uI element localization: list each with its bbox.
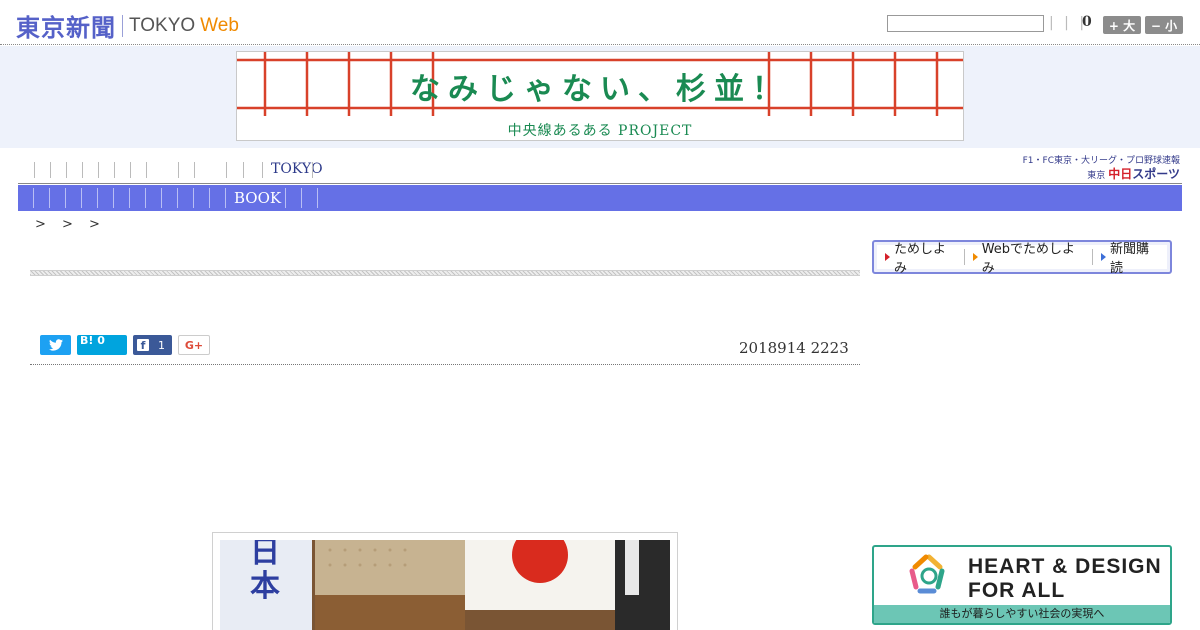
- logo-kanji: 東京新聞: [16, 13, 116, 42]
- nav-divider: [34, 162, 35, 178]
- nav-divider: [82, 162, 83, 178]
- nav-item-tokyo[interactable]: TOKYO: [271, 161, 323, 177]
- subnav-divider: [285, 188, 286, 208]
- subnav-item-book[interactable]: BOOK: [234, 189, 281, 207]
- subscribe-links: ためしよみ Webでためしよみ 新聞購読: [877, 242, 1167, 276]
- subnav-divider: [209, 188, 210, 208]
- chunichi-name-a: 中日: [1108, 167, 1133, 181]
- subnav-divider: [193, 188, 194, 208]
- twitter-share-button[interactable]: [40, 335, 71, 355]
- nav-divider: [226, 162, 227, 178]
- arrow-right-icon: [885, 253, 890, 261]
- font-size-smaller-button[interactable]: − 小: [1145, 16, 1183, 34]
- arrow-right-icon: [1101, 253, 1107, 261]
- web-trial-read-label: Webでためしよみ: [981, 242, 1076, 276]
- facebook-count: 1: [158, 338, 165, 352]
- nav-divider: [178, 162, 179, 178]
- top-ad-band: なみじゃない、杉並！ 中央線あるある PROJECT: [0, 46, 1200, 148]
- subnav-divider: [33, 188, 34, 208]
- date-rule: [30, 364, 860, 365]
- nav-divider: [243, 162, 244, 178]
- facebook-icon: f: [137, 339, 149, 352]
- photo-banner-text: 日本: [250, 540, 280, 604]
- site-header: 東京新聞 TOKYO Web | | | 0 + 大 − 小: [0, 0, 1200, 45]
- web-trial-read-link[interactable]: Webでためしよみ: [963, 242, 1092, 276]
- utility-count: 0: [1082, 14, 1092, 30]
- hatena-bookmark-button[interactable]: B! 0: [77, 335, 127, 355]
- subnav-divider: [97, 188, 98, 208]
- heart-design-logo-icon: [909, 554, 945, 594]
- ad-line1: HEART & DESIGN: [968, 555, 1162, 578]
- google-plus-share-button[interactable]: G+: [178, 335, 210, 355]
- nav-divider: [50, 162, 51, 178]
- hatena-label: B!: [80, 334, 94, 347]
- article-date: 2018914 2223: [739, 339, 849, 357]
- ad-footer: 誰もが暮らしやすい社会の実現へ: [874, 605, 1170, 623]
- banner-title: なみじゃない、杉並！: [410, 72, 790, 107]
- font-size-larger-button[interactable]: + 大: [1103, 16, 1141, 34]
- subscribe-label: 新聞購読: [1110, 242, 1150, 276]
- subnav-divider: [317, 188, 318, 208]
- logo-tokyo: TOKYO: [129, 14, 196, 36]
- search-input[interactable]: [887, 15, 1044, 32]
- trial-read-link[interactable]: ためしよみ: [877, 242, 964, 276]
- subnav-divider: [301, 188, 302, 208]
- subnav-divider: [49, 188, 50, 208]
- nav-divider: [146, 162, 147, 178]
- subnav-divider: [145, 188, 146, 208]
- twitter-icon: [48, 339, 63, 351]
- suginami-banner[interactable]: なみじゃない、杉並！ 中央線あるある PROJECT: [236, 51, 964, 141]
- nav-divider: [130, 162, 131, 178]
- share-buttons: B! 0 f 1 G+: [40, 335, 210, 355]
- subscribe-box: ためしよみ Webでためしよみ 新聞購読: [872, 240, 1172, 276]
- chunichi-logo: 東京 中日スポーツ: [1087, 165, 1180, 182]
- banner-subtitle: 中央線あるある PROJECT: [507, 123, 693, 139]
- nav-divider: [66, 162, 67, 178]
- subnav-divider: [225, 188, 226, 208]
- hatena-count: 0: [97, 334, 105, 347]
- article-photo-frame: 日本: [212, 532, 678, 630]
- article-title-rule: [30, 270, 860, 276]
- subnav-divider: [161, 188, 162, 208]
- logo-web: Web: [200, 14, 239, 36]
- subnav-divider: [81, 188, 82, 208]
- arrow-right-icon: [972, 253, 978, 261]
- subscribe-link[interactable]: 新聞購読: [1092, 242, 1167, 276]
- subnav-divider: [113, 188, 114, 208]
- subnav-divider: [177, 188, 178, 208]
- chunichi-prefix: 東京: [1087, 171, 1106, 181]
- nav-divider: [312, 162, 313, 178]
- photo-graphic: [220, 540, 670, 630]
- nav-divider: [98, 162, 99, 178]
- subnav-divider: [129, 188, 130, 208]
- sub-nav: BOOK: [18, 185, 1182, 211]
- chunichi-sports-link[interactable]: F1・FC東京・大リーグ・プロ野球速報 東京 中日スポーツ: [1020, 153, 1180, 181]
- facebook-share-button[interactable]: f 1: [133, 335, 172, 355]
- logo-separator: [122, 14, 123, 37]
- subnav-divider: [65, 188, 66, 208]
- nav-divider: [194, 162, 195, 178]
- nav-rule: [18, 183, 1182, 184]
- category-nav: TOKYO: [18, 158, 848, 182]
- nav-divider: [114, 162, 115, 178]
- breadcrumb[interactable]: > > >: [35, 217, 106, 232]
- nav-divider: [262, 162, 263, 178]
- site-logo[interactable]: 東京新聞 TOKYO Web: [16, 8, 239, 43]
- article-photo[interactable]: 日本: [220, 540, 670, 630]
- heart-design-ad[interactable]: HEART & DESIGN FOR ALL 誰もが暮らしやすい社会の実現へ: [872, 545, 1172, 625]
- chunichi-name-b: スポーツ: [1132, 167, 1180, 181]
- trial-read-label: ためしよみ: [894, 242, 947, 276]
- ad-line2: FOR ALL: [968, 579, 1066, 602]
